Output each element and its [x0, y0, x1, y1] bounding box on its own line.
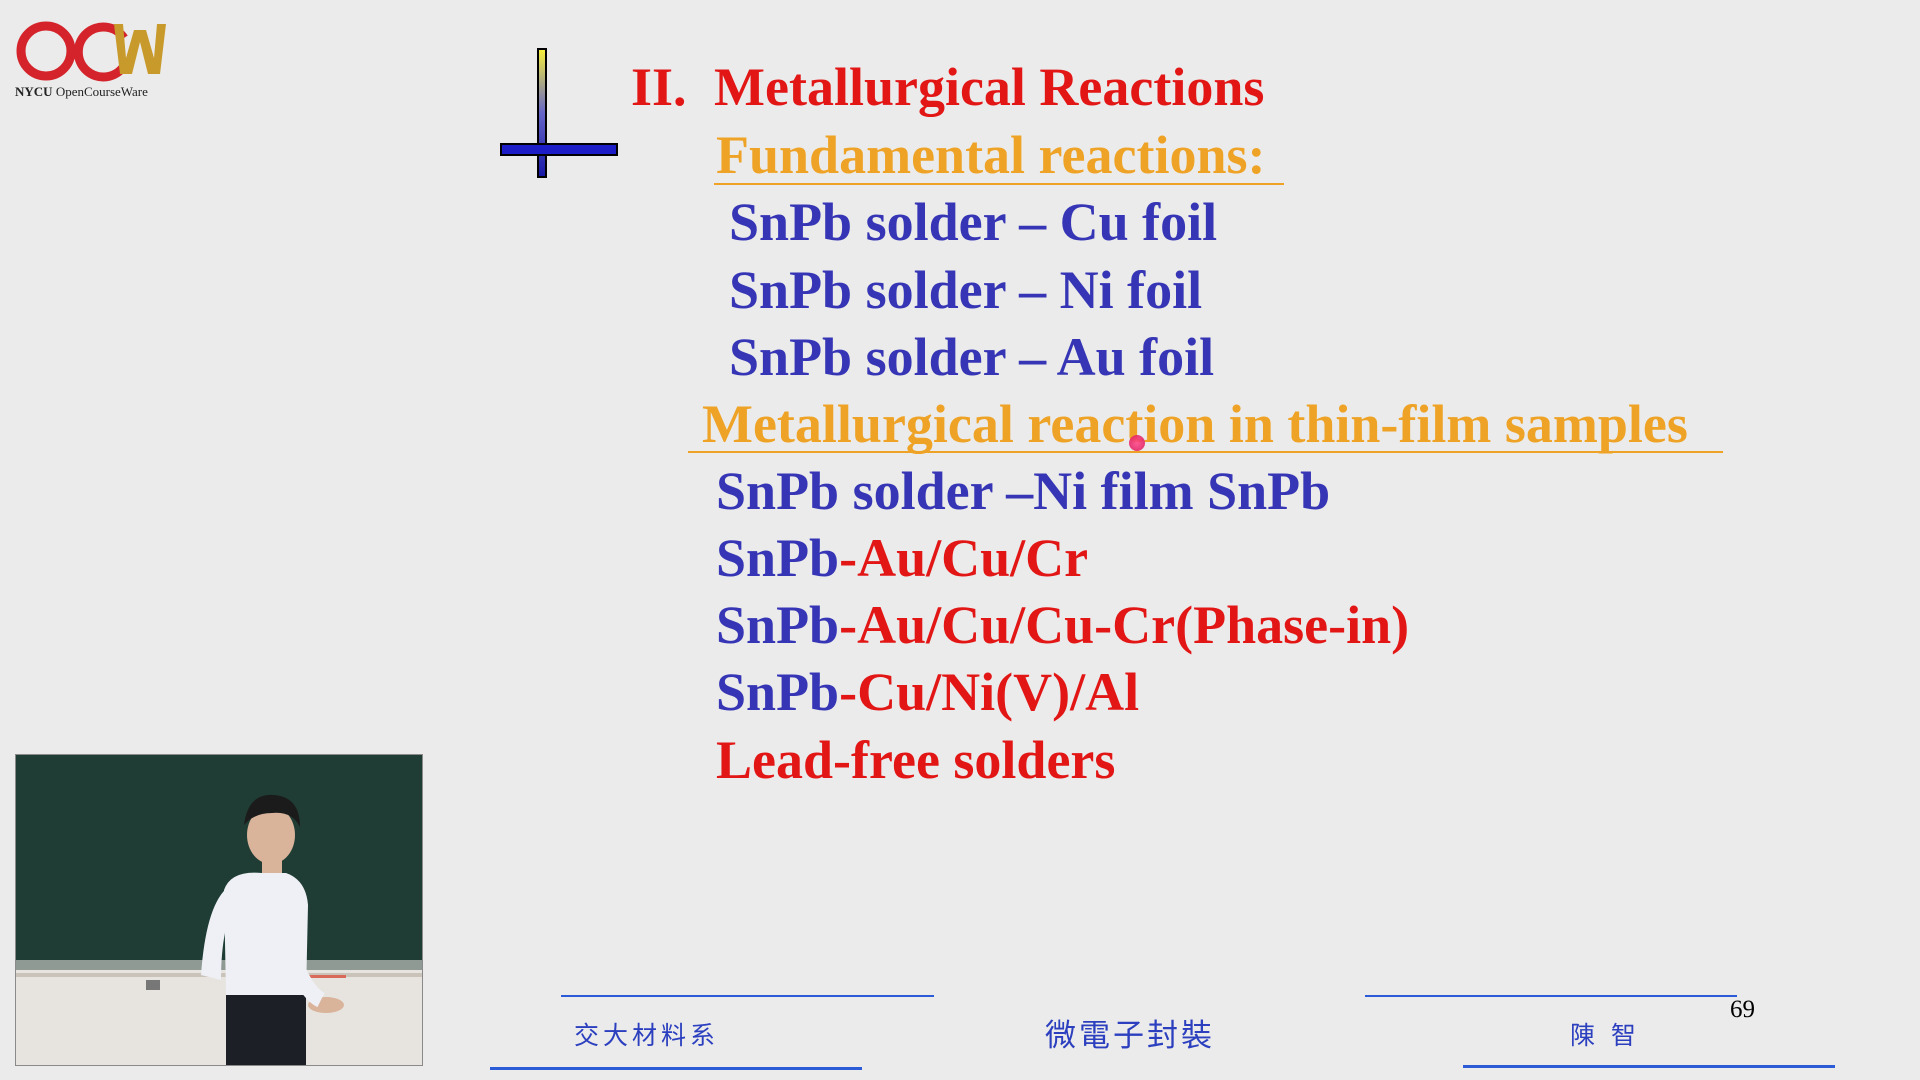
item-ni-film-part-a: SnPb solder –Ni film SnPb [716, 461, 1331, 521]
footer-rule-top-left [561, 995, 934, 997]
heading-title: Metallurgical Reactions [714, 57, 1265, 117]
section-fundamental-label: Fundamental reactions: [716, 125, 1266, 185]
list-item-ni-film: SnPb solder –Ni film SnPb [716, 464, 1330, 518]
list-item-ni-foil: SnPb solder – Ni foil [729, 260, 1203, 320]
slide-heading: II. Metallurgical Reactions [631, 60, 1264, 114]
footer-department: 交大材料系 [574, 1021, 720, 1050]
list-item-cu-foil: SnPb solder – Cu foil [729, 192, 1218, 252]
item-au-cu-cr-part-b: -Au/Cu/Cr [839, 528, 1089, 588]
footer-rule-bottom-left [490, 1067, 862, 1070]
laser-pointer-dot [1129, 435, 1145, 451]
lecturer-video-frame [16, 755, 422, 1065]
cross-bullet-horizontal [500, 143, 618, 156]
item-phase-in-part-b: -Au/Cu/Cu-Cr(Phase-in) [839, 595, 1410, 655]
list-item-lead-free: Lead-free solders [716, 733, 1115, 787]
slide-page-number: 69 [1730, 996, 1755, 1023]
section-thinfilm-label: Metallurgical reaction in thin-film samp… [702, 394, 1688, 454]
logo-caption: NYCU OpenCourseWare [15, 84, 148, 100]
list-item-au-foil: SnPb solder – Au foil [729, 327, 1215, 387]
footer-instructor: 陳 智 [1570, 1021, 1636, 1050]
item-au-cu-cr-part-a: SnPb [716, 528, 840, 588]
footer-rule-bottom-right [1463, 1065, 1835, 1068]
logo-caption-text: OpenCourseWare [55, 84, 148, 99]
footer-course-title: 微電子封裝 [1045, 1018, 1215, 1054]
list-item-ni-v-al: SnPb-Cu/Ni(V)/Al [716, 665, 1139, 719]
logo-org: NYCU [15, 84, 53, 99]
cross-bullet-vertical [537, 48, 547, 178]
item-lead-free-part-b: Lead-free solders [716, 730, 1116, 790]
footer-rule-top-right [1365, 995, 1737, 997]
list-item-au-cu-cr: SnPb-Au/Cu/Cr [716, 531, 1088, 585]
heading-number: II. [631, 57, 687, 117]
section-thinfilm-underline [688, 451, 1723, 453]
section-fundamental-underline [714, 183, 1284, 185]
item-phase-in-part-a: SnPb [716, 595, 840, 655]
item-ni-v-al-part-b: -Cu/Ni(V)/Al [839, 662, 1140, 722]
item-ni-v-al-part-a: SnPb [716, 662, 840, 722]
lecturer-video-inset [15, 754, 423, 1066]
list-item-phase-in: SnPb-Au/Cu/Cu-Cr(Phase-in) [716, 598, 1409, 652]
